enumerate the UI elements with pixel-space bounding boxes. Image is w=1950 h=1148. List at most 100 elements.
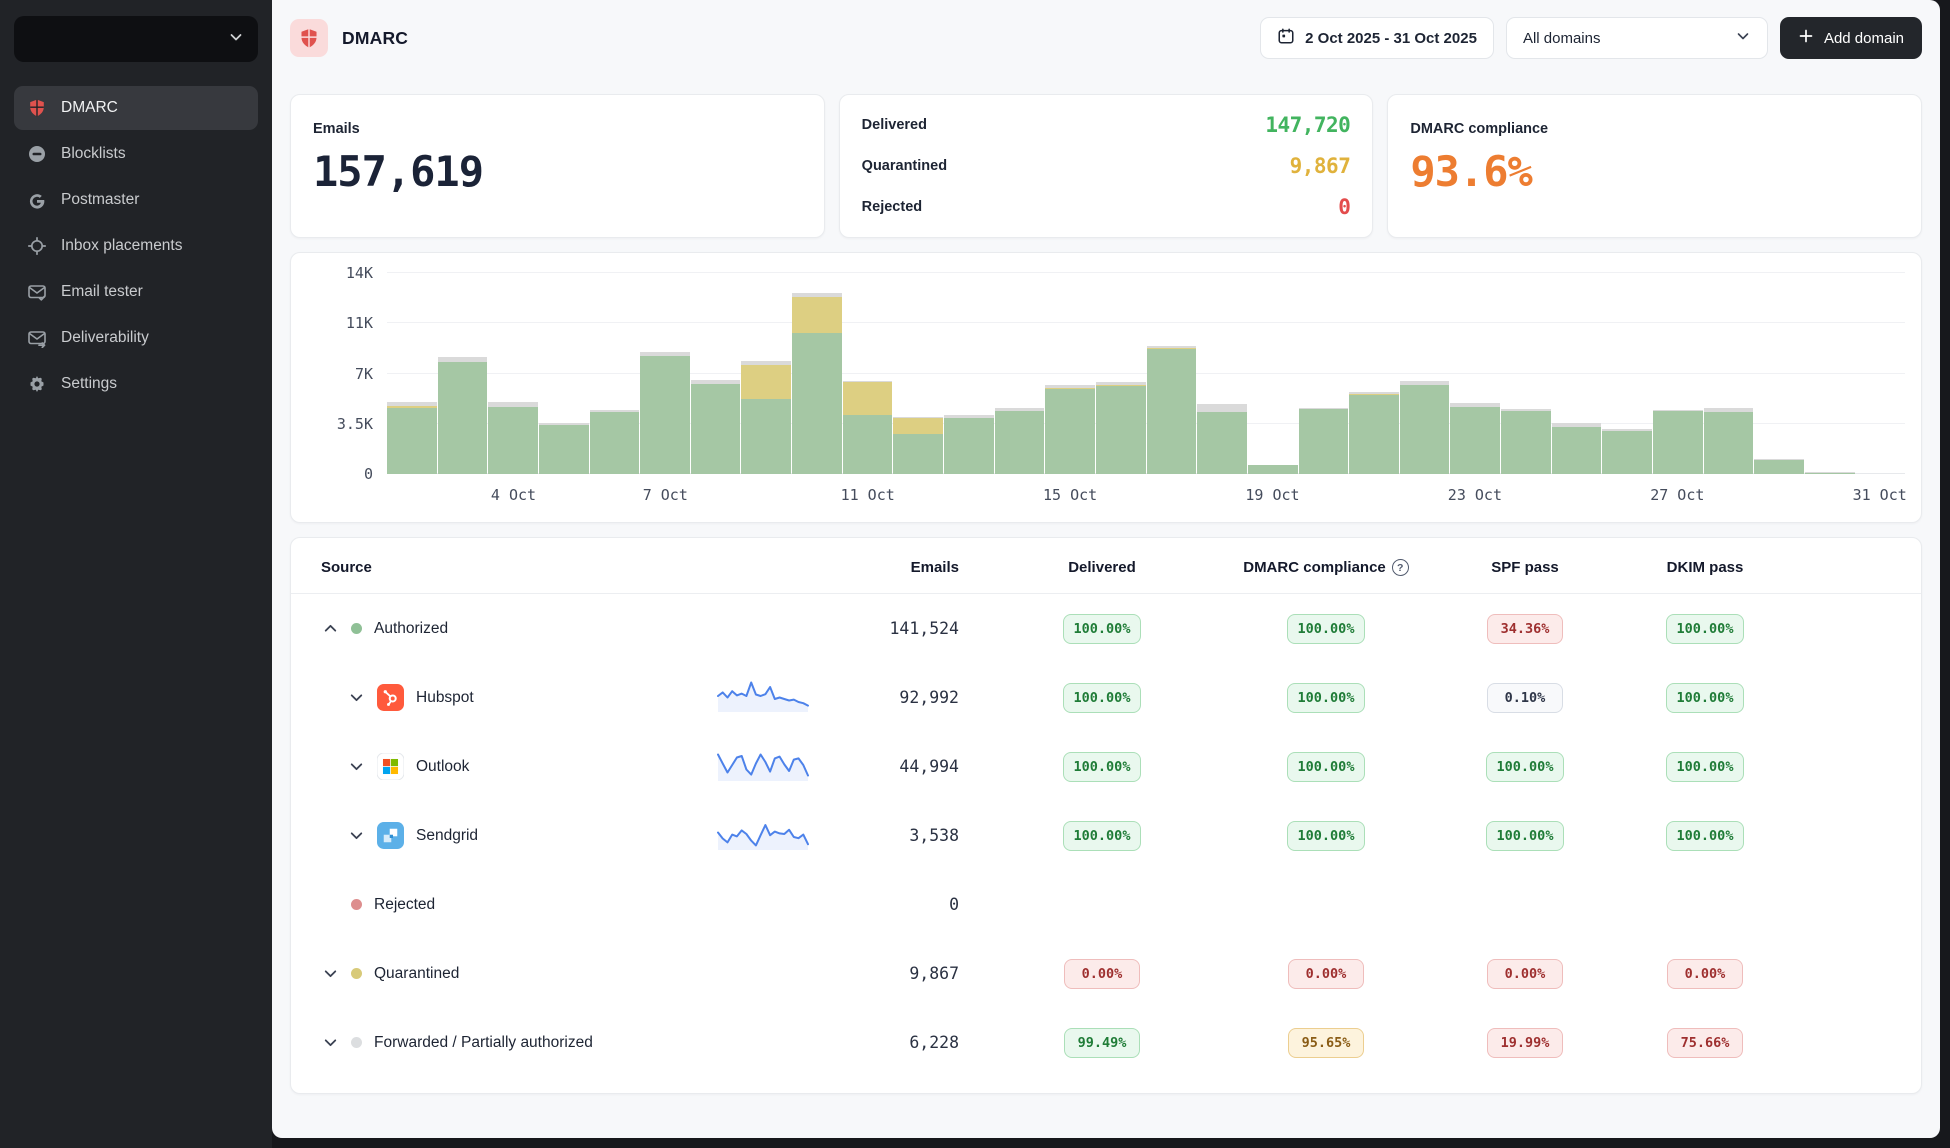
hubspot-icon (377, 684, 404, 711)
table-row-sendgrid[interactable]: Sendgrid3,538100.00%100.00%100.00%100.00… (291, 801, 1921, 870)
blocklist-icon (26, 143, 48, 165)
source-label: Forwarded / Partially authorized (374, 1034, 593, 1052)
domain-filter-select[interactable]: All domains (1506, 17, 1768, 59)
sidebar-item-blocklists[interactable]: Blocklists (14, 132, 258, 176)
source-cell: Outlook (321, 753, 719, 780)
breakdown-row-delivered: Delivered147,720 (862, 113, 1351, 137)
chart-segment-delivered (640, 356, 690, 474)
chart-bar-19-oct (1248, 273, 1298, 474)
table-row-outlook[interactable]: Outlook44,994100.00%100.00%100.00%100.00… (291, 732, 1921, 801)
metric-badge: 100.00% (1287, 821, 1366, 851)
metric-badge: 0.00% (1667, 959, 1743, 989)
chevron-down-icon[interactable] (321, 1034, 339, 1052)
sidebar-item-postmaster[interactable]: Postmaster (14, 178, 258, 222)
date-range-picker[interactable]: 2 Oct 2025 - 31 Oct 2025 (1260, 17, 1494, 59)
chart-bar-22-oct (1400, 273, 1450, 474)
source-cell: Authorized (321, 620, 719, 638)
column-header-label: DMARC compliance (1243, 559, 1386, 576)
chevron-down-icon[interactable] (347, 827, 365, 845)
emails-sparkline (715, 678, 811, 718)
table-row-hubspot[interactable]: Hubspot92,992100.00%100.00%0.10%100.00% (291, 663, 1921, 732)
status-dot (351, 899, 362, 910)
compliance-card: DMARC compliance 93.6% (1387, 94, 1922, 238)
chart-bar-4-oct (488, 273, 538, 474)
emails-cell: 44,994 (719, 732, 981, 801)
chart-bar-17-oct (1147, 273, 1197, 474)
sidebar-item-inbox-placements[interactable]: Inbox placements (14, 224, 258, 268)
help-icon[interactable]: ? (1392, 559, 1409, 576)
chart-bar-31-oct (1856, 273, 1906, 474)
column-header-label: SPF pass (1491, 559, 1559, 576)
chart-bar-24-oct (1501, 273, 1551, 474)
chevron-down-icon[interactable] (347, 689, 365, 707)
sidebar-item-email-tester[interactable]: Email tester (14, 270, 258, 314)
chevron-down-icon[interactable] (347, 758, 365, 776)
chart-segment-quarantined (741, 365, 791, 399)
column-header-delivered: Delivered (981, 559, 1223, 576)
badge-cell: 100.00% (1223, 752, 1429, 782)
chart-bar-5-oct (539, 273, 589, 474)
emails-cell: 3,538 (719, 801, 981, 870)
emails-value: 9,867 (909, 964, 959, 983)
chart-bar-29-oct (1754, 273, 1804, 474)
badge-cell: 100.00% (981, 752, 1223, 782)
chart-bar-6-oct (590, 273, 640, 474)
table-row-forwarded-partially-authorized[interactable]: Forwarded / Partially authorized6,22899.… (291, 1008, 1921, 1077)
metric-badge: 0.00% (1487, 959, 1563, 989)
add-domain-label: Add domain (1824, 30, 1904, 47)
chart-segment-delivered (691, 384, 741, 474)
emails-value: 92,992 (899, 688, 959, 707)
sidebar-item-label: Blocklists (61, 145, 126, 163)
chart-segment-delivered (1045, 389, 1095, 474)
chart-y-tick: 3.5K (337, 415, 373, 433)
sidebar-item-dmarc[interactable]: DMARC (14, 86, 258, 130)
badge-cell: 0.00% (1429, 959, 1621, 989)
sidebar-item-deliverability[interactable]: Deliverability (14, 316, 258, 360)
table-row-rejected[interactable]: Rejected 0 (291, 870, 1921, 939)
add-domain-button[interactable]: Add domain (1780, 17, 1922, 59)
chart-segment-delivered (1704, 412, 1754, 474)
metric-badge: 100.00% (1063, 614, 1142, 644)
chevron-down-icon[interactable] (321, 965, 339, 983)
column-header-label: Source (321, 559, 372, 576)
metric-badge: 100.00% (1063, 683, 1142, 713)
chart-segment-delivered (995, 411, 1045, 474)
chart-x-tick: 4 Oct (491, 486, 536, 504)
chevron-down-icon (228, 29, 244, 50)
sidebar-item-label: DMARC (61, 99, 118, 117)
badge-cell: 0.00% (1223, 959, 1429, 989)
chart-segment-delivered (1349, 395, 1399, 474)
chart-segment-quarantined (792, 297, 842, 333)
badge-cell: 99.49% (981, 1028, 1223, 1058)
chart-segment-delivered (1805, 473, 1855, 474)
badge-cell: 100.00% (1621, 821, 1789, 851)
column-header-dkim-pass: DKIM pass (1621, 559, 1789, 576)
breakdown-label: Delivered (862, 117, 927, 133)
chevron-up-icon[interactable] (321, 620, 339, 638)
table-row-quarantined[interactable]: Quarantined9,8670.00%0.00%0.00%0.00% (291, 939, 1921, 1008)
chart-segment-forwarded (1197, 404, 1247, 413)
source-cell: Rejected (321, 896, 719, 914)
chart-bar-30-oct (1805, 273, 1855, 474)
breakdown-label: Rejected (862, 199, 922, 215)
chart-segment-delivered (1653, 411, 1703, 474)
chart-x-tick: 23 Oct (1448, 486, 1502, 504)
column-header-label: Emails (911, 559, 959, 576)
emails-cell: 0 (719, 870, 981, 939)
sidebar-item-settings[interactable]: Settings (14, 362, 258, 406)
chart-bar-14-oct (995, 273, 1045, 474)
sidebar-item-label: Deliverability (61, 329, 149, 347)
source-cell: Quarantined (321, 965, 719, 983)
org-switcher[interactable] (14, 16, 258, 62)
metric-badge: 95.65% (1288, 1028, 1364, 1058)
chart-y-tick: 7K (355, 365, 373, 383)
chart-x-tick: 19 Oct (1245, 486, 1299, 504)
chart-segment-delivered (843, 415, 893, 474)
metric-badge: 100.00% (1666, 683, 1745, 713)
table-row-authorized[interactable]: Authorized141,524100.00%100.00%34.36%100… (291, 594, 1921, 663)
metric-badge: 34.36% (1487, 614, 1563, 644)
google-g-icon (26, 189, 48, 211)
emails-cell: 92,992 (719, 663, 981, 732)
chart-segment-delivered (1450, 407, 1500, 474)
emails-value: 0 (949, 895, 959, 914)
